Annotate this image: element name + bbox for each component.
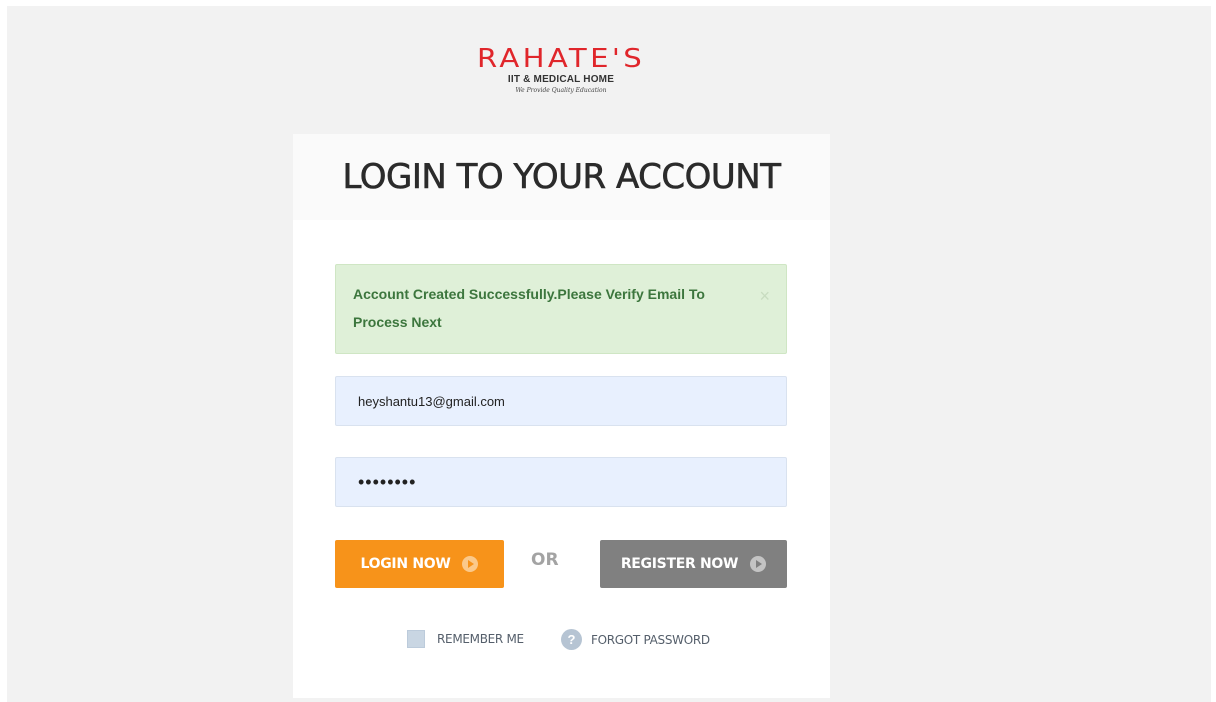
forgot-password-link[interactable]: ? FORGOT PASSWORD xyxy=(561,629,710,650)
register-now-label: REGISTER NOW xyxy=(620,556,739,572)
login-card: LOGIN TO YOUR ACCOUNT Account Created Su… xyxy=(293,134,830,698)
question-circle-icon: ? xyxy=(561,629,582,650)
logo-subtitle: IIT & MEDICAL HOME xyxy=(507,74,615,85)
remember-me-checkbox[interactable] xyxy=(407,630,425,648)
login-options: REMEMBER ME ? FORGOT PASSWORD xyxy=(293,629,830,654)
register-now-button[interactable]: REGISTER NOW xyxy=(600,540,787,588)
forgot-password-label: FORGOT PASSWORD xyxy=(591,632,710,647)
brand-logo: RAHATE'S IIT & MEDICAL HOME We Provide Q… xyxy=(466,44,656,104)
or-separator: OR xyxy=(531,550,559,570)
page-title: LOGIN TO YOUR ACCOUNT xyxy=(342,157,781,198)
close-icon[interactable]: × xyxy=(759,285,770,307)
arrow-circle-right-icon xyxy=(462,556,479,572)
logo-wordmark: RAHATE'S xyxy=(476,44,646,74)
login-now-label: LOGIN NOW xyxy=(360,556,451,572)
arrow-circle-right-icon xyxy=(750,556,767,572)
email-field[interactable] xyxy=(335,376,787,426)
login-now-button[interactable]: LOGIN NOW xyxy=(335,540,504,588)
remember-me-toggle[interactable]: REMEMBER ME xyxy=(407,630,524,648)
remember-me-label: REMEMBER ME xyxy=(437,632,524,646)
alert-message: Account Created Successfully.Please Veri… xyxy=(353,286,705,330)
login-card-header: LOGIN TO YOUR ACCOUNT xyxy=(293,134,830,220)
password-field[interactable] xyxy=(335,457,787,507)
success-alert: Account Created Successfully.Please Veri… xyxy=(335,264,787,354)
logo-tagline: We Provide Quality Education xyxy=(515,87,607,94)
